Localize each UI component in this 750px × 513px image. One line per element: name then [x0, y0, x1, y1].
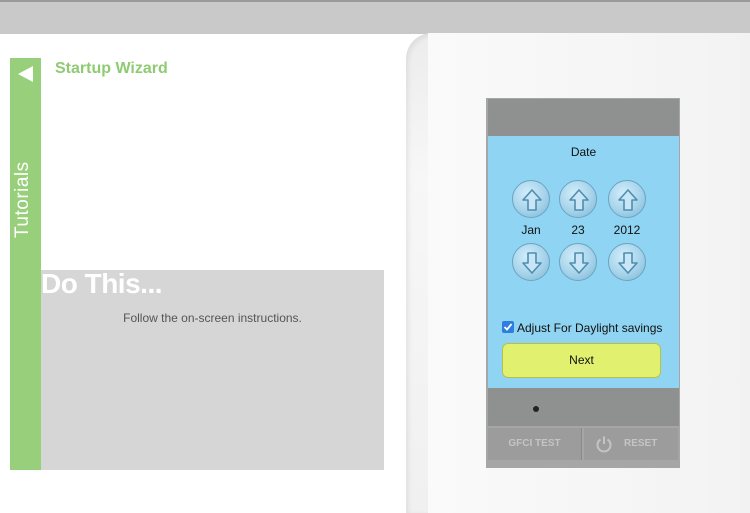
- reset-label: RESET: [624, 438, 658, 449]
- gfci-test-label: GFCI TEST: [508, 438, 561, 449]
- top-toolbar: [0, 0, 750, 34]
- month-value: Jan: [521, 223, 541, 237]
- triangle-left-icon[interactable]: [18, 66, 33, 82]
- device-screen: Date Jan 23 2012 Adjust For Daylight sav…: [488, 136, 679, 388]
- year-up-button[interactable]: [608, 180, 646, 218]
- gfci-test-button[interactable]: GFCI TEST: [488, 428, 582, 460]
- arrow-up-icon: [569, 189, 589, 211]
- month-up-button[interactable]: [512, 180, 550, 218]
- month-down-button[interactable]: [512, 243, 550, 281]
- daylight-savings-checkbox[interactable]: [502, 321, 514, 333]
- arrow-up-icon: [522, 189, 542, 211]
- next-button[interactable]: Next: [502, 343, 661, 378]
- tutorials-tab-label: Tutorials: [12, 161, 33, 238]
- instructions-text: Follow the on-screen instructions.: [123, 311, 302, 325]
- day-down-button[interactable]: [559, 243, 597, 281]
- device-button-row: GFCI TEST RESET: [486, 426, 680, 462]
- day-up-button[interactable]: [559, 180, 597, 218]
- instructions-heading: Do This...: [41, 268, 163, 299]
- year-value: 2012: [613, 223, 641, 237]
- power-icon: [596, 436, 612, 453]
- arrow-up-icon: [618, 189, 638, 211]
- arrow-down-icon: [618, 252, 638, 274]
- screen-header-bar: [488, 99, 679, 136]
- arrow-down-icon: [522, 252, 542, 274]
- daylight-savings-label[interactable]: Adjust For Daylight savings: [517, 321, 662, 335]
- tutorials-tab[interactable]: Tutorials: [10, 58, 41, 470]
- checkmark-icon: [503, 323, 513, 331]
- arrow-down-icon: [569, 252, 589, 274]
- instructions-panel: Do This... Follow the on-screen instruct…: [41, 268, 384, 470]
- wizard-title: Startup Wizard: [55, 60, 168, 77]
- year-down-button[interactable]: [608, 243, 646, 281]
- status-led-icon: [533, 406, 539, 412]
- reset-button[interactable]: RESET: [584, 428, 678, 460]
- screen-title: Date: [570, 145, 597, 159]
- day-value: 23: [571, 223, 585, 237]
- device-lower-panel: [488, 388, 679, 426]
